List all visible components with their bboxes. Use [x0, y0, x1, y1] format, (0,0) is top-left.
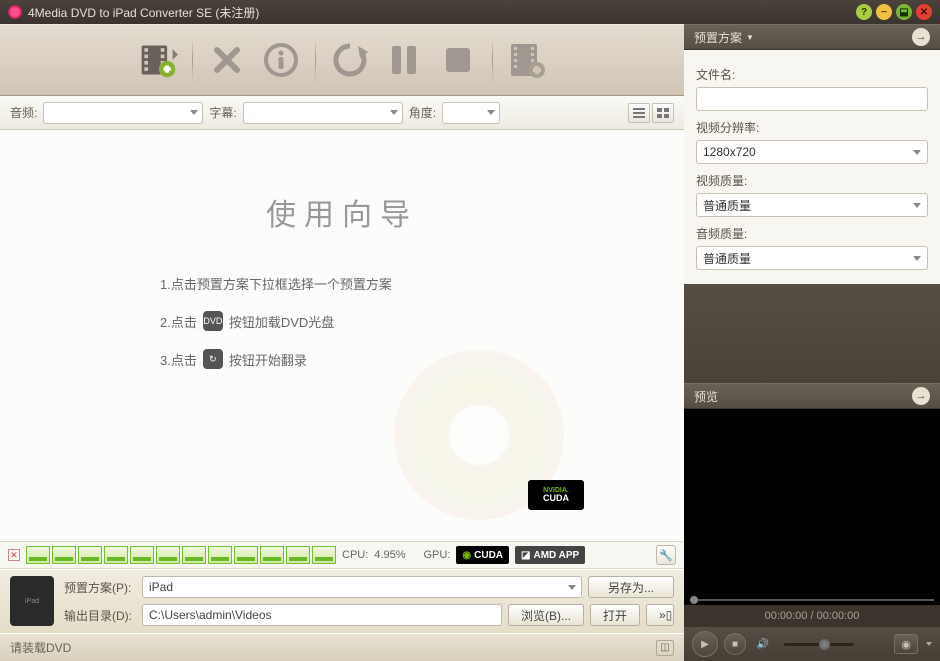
snapshot-button[interactable]: ◉ — [894, 634, 918, 654]
video-quality-label: 视频质量: — [696, 172, 928, 189]
snapshot-menu-button[interactable] — [926, 642, 932, 646]
cpu-label: CPU: — [342, 549, 368, 561]
browse-button[interactable]: 浏览(B)... — [508, 604, 584, 626]
transfer-button[interactable]: »▯ — [646, 604, 674, 626]
status-text: 请装载DVD — [10, 639, 71, 656]
audio-label: 音频: — [10, 104, 37, 121]
resolution-label: 视频分辨率: — [696, 119, 928, 136]
angle-label: 角度: — [409, 104, 436, 121]
resolution-combo[interactable]: 1280x720 — [696, 140, 928, 164]
panel-gap — [684, 284, 940, 383]
subtitle-combo[interactable] — [243, 102, 403, 124]
stop-button[interactable] — [438, 40, 478, 80]
cpu-core — [26, 546, 50, 564]
wizard-step-3: 3.点击 ↻ 按钮开始翻录 — [160, 349, 624, 369]
info-button[interactable] — [261, 40, 301, 80]
chevron-down-icon — [487, 110, 495, 115]
minimize-button[interactable]: − — [876, 4, 892, 20]
dest-label: 输出目录(D): — [64, 607, 136, 624]
wizard-title: 使用向导 — [60, 190, 624, 234]
help-button[interactable]: ? — [856, 4, 872, 20]
title-bar: 4Media DVD to iPad Converter SE (未注册) ? … — [0, 0, 940, 24]
cpu-core — [234, 546, 258, 564]
dest-field[interactable]: C:\Users\admin\Videos — [142, 604, 502, 626]
cpu-core — [182, 546, 206, 564]
chevron-down-icon — [913, 256, 921, 261]
gpu-label: GPU: — [423, 549, 450, 561]
status-bar: 请装载DVD ◫ — [0, 633, 684, 661]
volume-slider[interactable] — [784, 643, 854, 646]
player-stop-button[interactable]: ■ — [724, 633, 746, 655]
play-button[interactable]: ▶ — [692, 631, 718, 657]
cpu-bar: ✕ CPU: 4.95% GPU: ◉CUDA ◪AMD APP 🔧 — [0, 541, 684, 569]
window-title: 4Media DVD to iPad Converter SE (未注册) — [28, 4, 852, 21]
audio-quality-combo[interactable]: 普通质量 — [696, 246, 928, 270]
view-grid-button[interactable] — [652, 103, 674, 123]
cpu-core — [312, 546, 336, 564]
filter-bar: 音频: 字幕: 角度: — [0, 96, 684, 130]
volume-icon[interactable]: 🔊 — [752, 633, 774, 655]
main-toolbar — [0, 24, 684, 96]
wizard-pane: 使用向导 1.点击预置方案下拉框选择一个预置方案 2.点击 DVD 按钮加载DV… — [0, 130, 684, 541]
cpu-core — [78, 546, 102, 564]
preview-time: 00:00:00 / 00:00:00 — [765, 610, 860, 622]
player-controls: ▶ ■ 🔊 ◉ — [684, 627, 940, 661]
convert-icon: ↻ — [203, 349, 223, 369]
filename-label: 文件名: — [696, 66, 928, 83]
cpu-core — [52, 546, 76, 564]
dvd-icon: DVD — [203, 311, 223, 331]
cpu-close-button[interactable]: ✕ — [8, 549, 20, 561]
cpu-core — [260, 546, 284, 564]
profile-combo[interactable]: iPad — [142, 576, 582, 598]
cpu-core — [208, 546, 232, 564]
output-panel: 预置方案(P): iPad 另存为... 输出目录(D): C:\Users\a… — [0, 569, 684, 633]
settings-button[interactable]: 🔧 — [656, 545, 676, 565]
chevron-down-icon — [390, 110, 398, 115]
cpu-core — [156, 546, 180, 564]
open-button[interactable]: 打开 — [590, 604, 640, 626]
cpu-core — [130, 546, 154, 564]
layout-toggle-button[interactable]: ◫ — [656, 640, 674, 656]
gpu-amd-badge[interactable]: ◪AMD APP — [515, 546, 585, 564]
angle-combo[interactable] — [442, 102, 500, 124]
audio-quality-label: 音频质量: — [696, 225, 928, 242]
subtitle-label: 字幕: — [209, 104, 236, 121]
save-as-button[interactable]: 另存为... — [588, 576, 674, 598]
delete-button[interactable] — [207, 40, 247, 80]
profile-expand-button[interactable]: → — [912, 28, 930, 46]
filename-input[interactable] — [696, 87, 928, 111]
add-file-button[interactable] — [138, 40, 178, 80]
cpu-core — [286, 546, 310, 564]
pause-button[interactable] — [384, 40, 424, 80]
audio-combo[interactable] — [43, 102, 203, 124]
close-button[interactable]: ✕ — [916, 4, 932, 20]
cpu-cores — [26, 546, 336, 564]
video-quality-combo[interactable]: 普通质量 — [696, 193, 928, 217]
add-clip-button[interactable] — [507, 40, 547, 80]
profile-label: 预置方案(P): — [64, 579, 136, 596]
gpu-cuda-badge[interactable]: ◉CUDA — [456, 546, 509, 564]
chevron-down-icon — [190, 110, 198, 115]
convert-button[interactable] — [330, 40, 370, 80]
app-logo-icon — [8, 5, 22, 19]
preview-scrubber[interactable] — [690, 599, 934, 601]
cpu-core — [104, 546, 128, 564]
view-list-button[interactable] — [628, 103, 650, 123]
preview-section-header[interactable]: 预览 → — [684, 383, 940, 409]
profile-thumb-icon — [10, 576, 54, 626]
preview-time-row: 00:00:00 / 00:00:00 — [684, 605, 940, 627]
maximize-button[interactable]: ⬓ — [896, 4, 912, 20]
profile-section-header[interactable]: 预置方案▼ → — [684, 24, 940, 50]
chevron-down-icon — [913, 150, 921, 155]
cpu-value: 4.95% — [374, 549, 405, 561]
preview-viewport — [684, 409, 940, 605]
wizard-step-2: 2.点击 DVD 按钮加载DVD光盘 — [160, 311, 624, 331]
wizard-step-1: 1.点击预置方案下拉框选择一个预置方案 — [160, 274, 624, 293]
preview-expand-button[interactable]: → — [912, 387, 930, 405]
profile-body: 文件名: 视频分辨率: 1280x720 视频质量: 普通质量 音频质量: 普通… — [684, 50, 940, 284]
chevron-down-icon: ▼ — [746, 33, 754, 42]
cuda-badge: NVIDIA.CUDA — [528, 480, 584, 510]
chevron-down-icon — [913, 203, 921, 208]
chevron-down-icon — [568, 585, 576, 590]
